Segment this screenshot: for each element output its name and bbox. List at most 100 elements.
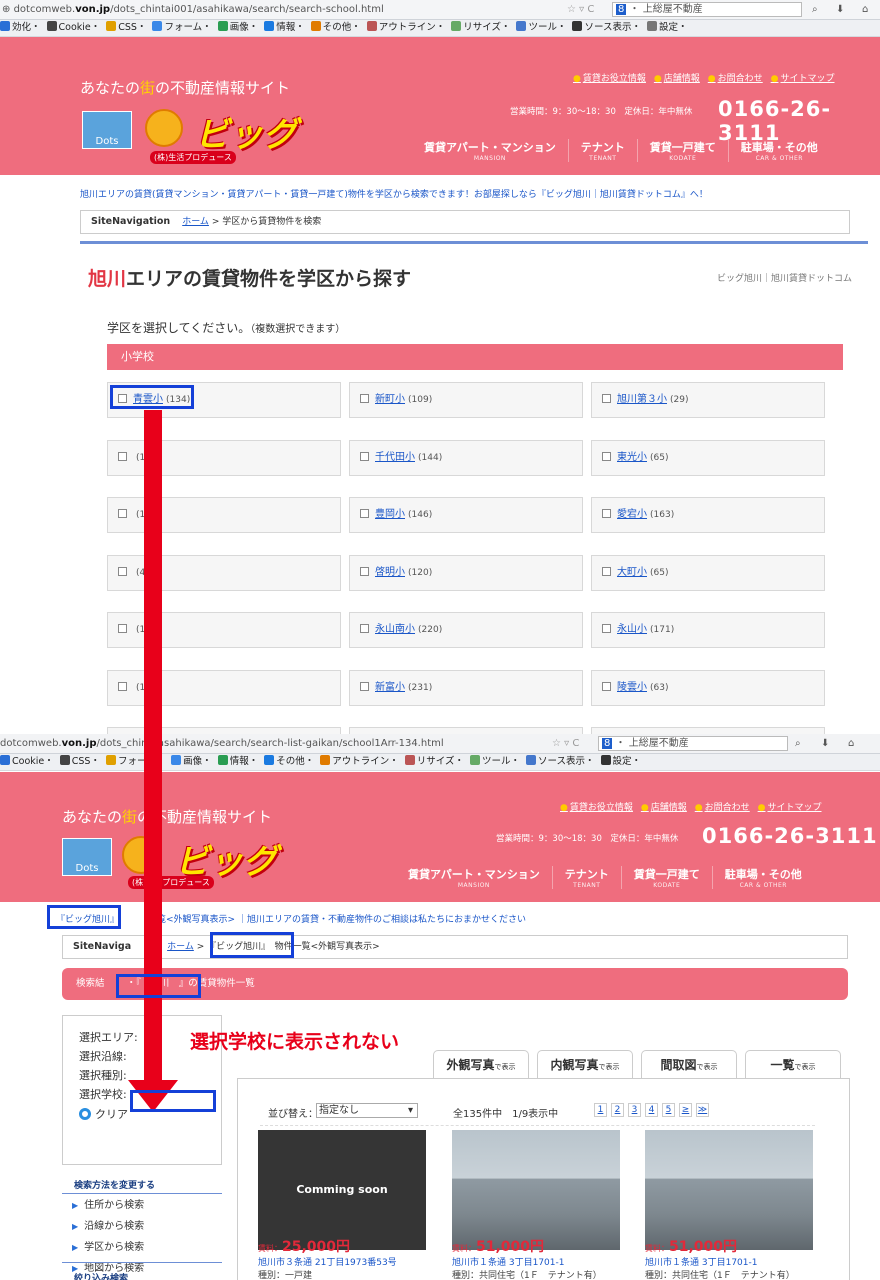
school-option[interactable]: 永山小 (171)	[591, 612, 825, 648]
top-link[interactable]: ● お問合わせ	[708, 74, 763, 84]
nav-item[interactable]: テナント TENANT	[567, 139, 637, 162]
school-link[interactable]: 啓明小	[375, 567, 405, 578]
school-link[interactable]: 新富小	[375, 682, 405, 693]
school-option[interactable]: 東光小 (65)	[591, 440, 825, 476]
view-tab[interactable]: 一覧で表示	[745, 1050, 841, 1078]
school-option[interactable]: 愛宕小 (163)	[591, 497, 825, 533]
school-checkbox[interactable]	[118, 567, 127, 576]
top-link[interactable]: ● サイトマップ	[771, 74, 835, 84]
top-link[interactable]: ● 店舗情報	[641, 803, 687, 813]
view-tab[interactable]: 内観写真で表示	[537, 1050, 633, 1078]
nav-item[interactable]: 賃貸アパート・マンション MANSION	[396, 866, 552, 889]
nav-item[interactable]: 賃貸アパート・マンション MANSION	[412, 139, 568, 162]
toolbar-item[interactable]: 画像・	[217, 20, 258, 36]
nav-item[interactable]: 駐車場・その他 CAR & OTHER	[727, 139, 830, 162]
dots-logo[interactable]: Dots	[62, 838, 112, 876]
school-link[interactable]: 陵雲小	[617, 682, 647, 693]
school-option[interactable]: 豊岡小 (146)	[349, 497, 583, 533]
home-link[interactable]: ホーム	[167, 942, 194, 952]
toolbar-item[interactable]: ツール・	[469, 754, 520, 770]
page-link[interactable]: ≥	[679, 1103, 692, 1117]
school-checkbox[interactable]	[360, 452, 369, 461]
school-checkbox[interactable]	[360, 624, 369, 633]
listing-photo[interactable]	[645, 1130, 813, 1250]
toolbar-item[interactable]: 設定・	[600, 754, 641, 770]
school-checkbox[interactable]	[118, 452, 127, 461]
school-link[interactable]: 永山小	[617, 624, 647, 635]
star-icon[interactable]: ☆ ▿ C	[567, 0, 594, 19]
page-link[interactable]: 3	[628, 1103, 641, 1117]
dots-logo[interactable]: Dots	[82, 111, 132, 149]
page-link[interactable]: 4	[645, 1103, 658, 1117]
toolbar-item[interactable]: 情報・	[264, 20, 305, 36]
download-icon[interactable]: ⬇	[836, 0, 844, 19]
search-go-icon[interactable]: ⌕	[812, 0, 818, 19]
star-icon[interactable]: ☆ ▿ C	[552, 734, 579, 753]
listing-photo[interactable]	[452, 1130, 620, 1250]
listing-address[interactable]: 旭川市１条通 3丁目1701-1	[645, 1255, 757, 1268]
toolbar-item[interactable]: ソース表示・	[572, 20, 641, 36]
sort-select[interactable]: 指定なし ▾	[316, 1103, 418, 1118]
toolbar-item[interactable]: ツール・	[516, 20, 566, 36]
school-option[interactable]: (180)	[107, 497, 341, 533]
school-option[interactable]: (108)	[107, 670, 341, 706]
school-checkbox[interactable]	[360, 509, 369, 518]
school-link[interactable]: 新町小	[375, 394, 405, 405]
toolbar-item[interactable]: CSS・	[59, 754, 100, 770]
school-checkbox[interactable]	[360, 567, 369, 576]
page-link[interactable]: ≫	[696, 1103, 709, 1117]
home-link[interactable]: ホーム	[182, 217, 209, 227]
page-link[interactable]: 2	[611, 1103, 624, 1117]
page-link[interactable]: 5	[662, 1103, 675, 1117]
school-option[interactable]: 永山南小 (220)	[349, 612, 583, 648]
change-search-item[interactable]: ▶ 住所から検索	[72, 1195, 144, 1216]
toolbar-item[interactable]: リサイズ・	[451, 20, 510, 36]
address-bar-2[interactable]: dotcomweb.von.jp/dots_chint /asahikawa/s…	[0, 734, 880, 754]
school-checkbox[interactable]	[118, 509, 127, 518]
nav-item[interactable]: 賃貸一戸建て KODATE	[620, 866, 712, 889]
download-icon[interactable]: ⬇	[821, 734, 829, 753]
top-link[interactable]: ● お問合わせ	[695, 803, 750, 813]
school-checkbox[interactable]	[118, 624, 127, 633]
school-link[interactable]: 豊岡小	[375, 509, 405, 520]
school-option[interactable]: 陵雲小 (63)	[591, 670, 825, 706]
school-option[interactable]: (44)	[107, 555, 341, 591]
school-option[interactable]: (149)	[107, 440, 341, 476]
address-bar[interactable]: ⊕ dotcomweb.von.jp/dots_chintai001/asahi…	[0, 0, 880, 20]
search-box-2[interactable]: 8 ・ 上総屋不動産	[598, 736, 788, 751]
school-checkbox[interactable]	[602, 567, 611, 576]
school-checkbox[interactable]	[360, 394, 369, 403]
school-option[interactable]: 千代田小 (144)	[349, 440, 583, 476]
listing-address[interactable]: 旭川市３条通 21丁目1973番53号	[258, 1255, 397, 1268]
search-go-icon[interactable]: ⌕	[795, 734, 801, 753]
home-icon[interactable]: ⌂	[848, 734, 854, 753]
toolbar-item[interactable]: ソース表示・	[525, 754, 595, 770]
school-option[interactable]: 啓明小 (120)	[349, 555, 583, 591]
toolbar-item[interactable]: CSS・	[106, 20, 146, 36]
toolbar-item[interactable]: 情報・	[217, 754, 258, 770]
school-link[interactable]: 愛宕小	[617, 509, 647, 520]
school-checkbox[interactable]	[602, 509, 611, 518]
top-link[interactable]: ● 賃貸お役立情報	[560, 803, 633, 813]
nav-item[interactable]: テナント TENANT	[551, 866, 621, 889]
toolbar-item[interactable]: 設定・	[647, 20, 688, 36]
listing-photo[interactable]: Comming soon	[258, 1130, 426, 1250]
search-box[interactable]: 8 ・ 上総屋不動産	[612, 2, 802, 17]
toolbar-item[interactable]: 効化・	[0, 20, 41, 36]
school-checkbox[interactable]	[602, 394, 611, 403]
listing-address[interactable]: 旭川市１条通 3丁目1701-1	[452, 1255, 564, 1268]
view-tab[interactable]: 外観写真で表示	[433, 1050, 529, 1078]
school-link[interactable]: 永山南小	[375, 624, 415, 635]
school-checkbox[interactable]	[602, 624, 611, 633]
toolbar-item[interactable]: Cookie・	[0, 754, 54, 770]
school-link[interactable]: 東光小	[617, 452, 647, 463]
school-option[interactable]: 大町小 (65)	[591, 555, 825, 591]
change-search-item[interactable]: ▶ 学区から検索	[72, 1237, 144, 1258]
school-option[interactable]: 新富小 (231)	[349, 670, 583, 706]
top-link[interactable]: ● 賃貸お役立情報	[573, 74, 646, 84]
top-link[interactable]: ● 店舗情報	[654, 74, 700, 84]
home-icon[interactable]: ⌂	[862, 0, 868, 19]
school-option[interactable]: (163)	[107, 612, 341, 648]
school-link[interactable]: 千代田小	[375, 452, 415, 463]
page-link[interactable]: 1	[594, 1103, 607, 1117]
